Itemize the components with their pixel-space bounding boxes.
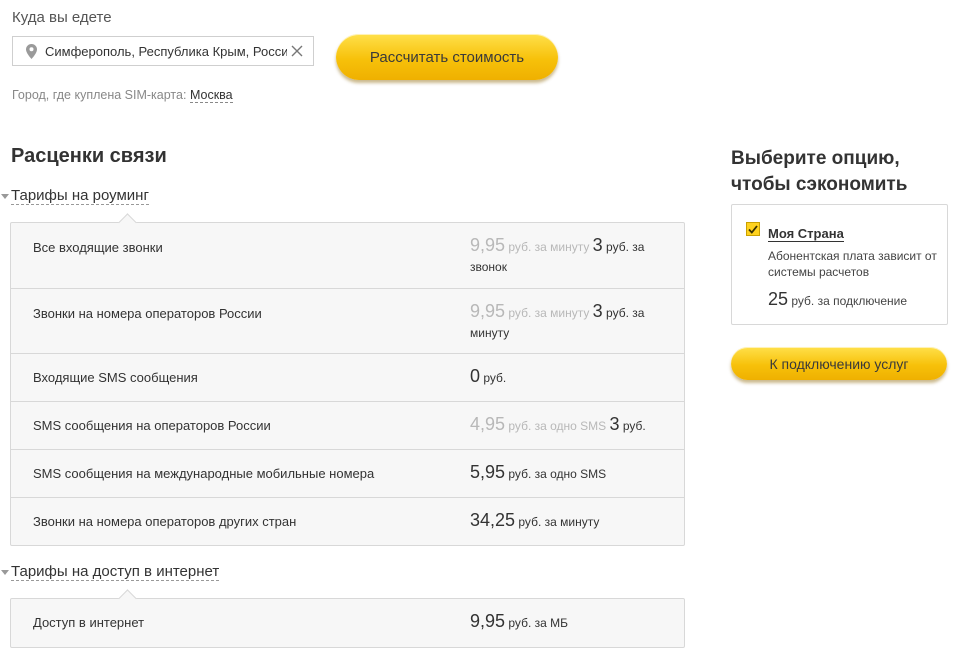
option-card: Моя Страна Абонентская плата зависит от … [731,204,948,325]
price-value: 34,25 [470,510,516,530]
table-row: SMS сообщения на международные мобильные… [11,449,684,497]
old-price-value: 4,95 [470,414,506,434]
connect-services-button[interactable]: К подключению услуг [731,347,947,380]
tab-internet-label: Тарифы на доступ в интернет [11,563,220,581]
roaming-rates-table: Все входящие звонки 9,95 руб. за минуту … [10,222,685,546]
old-price-value: 9,95 [470,301,506,321]
destination-label: Куда вы едете [12,9,112,26]
rates-title: Расценки связи [11,145,167,167]
triangle-down-icon [1,193,9,199]
destination-input[interactable] [43,38,287,64]
price-value: 0 [470,366,481,386]
sim-city-line: Город, где куплена SIM-карта: Москва [12,88,233,103]
rate-name: SMS сообщения на операторов России [33,418,271,433]
sim-city-prefix: Город, где куплена SIM-карта: [12,88,187,102]
rate-price: 0 руб. [470,366,670,388]
location-pin-icon [19,37,43,65]
price-unit: руб. [622,419,646,433]
old-price-value: 9,95 [470,235,506,255]
tab-roaming-label: Тарифы на роуминг [11,187,149,205]
rate-price: 9,95 руб. за минуту 3 руб. за минуту [470,301,670,343]
rate-name: SMS сообщения на международные мобильные… [33,466,375,481]
clear-icon[interactable] [287,37,307,65]
table-row: Звонки на номера операторов России 9,95 … [11,288,684,353]
triangle-down-icon [1,569,9,575]
table-row: Входящие SMS сообщения 0 руб. [11,353,684,401]
rate-name: Доступ в интернет [33,615,145,630]
option-price: 25 руб. за подключение [768,289,907,310]
option-description: Абонентская плата зависит от системы рас… [768,249,937,279]
rate-price: 9,95 руб. за МБ [470,611,670,633]
option-price-value: 25 [768,289,789,309]
price-unit: руб. за минуту [518,515,600,529]
internet-rates-table: Доступ в интернет 9,95 руб. за МБ [10,598,685,648]
price-unit: руб. [483,371,507,385]
rate-price: 5,95 руб. за одно SMS [470,462,670,484]
checkmark-icon [748,224,758,234]
price-value: 9,95 [470,611,506,631]
tab-roaming-tariffs[interactable]: Тарифы на роуминг [1,187,149,205]
rate-price: 4,95 руб. за одно SMS 3 руб. [470,414,670,436]
old-price-unit: руб. за минуту [508,240,590,254]
option-title: Выберите опцию, чтобы сэкономить [731,148,908,195]
table-row: SMS сообщения на операторов России 4,95 … [11,401,684,449]
rate-price: 34,25 руб. за минуту [470,510,670,532]
price-unit: руб. за МБ [508,616,568,630]
old-price-unit: руб. за минуту [508,306,590,320]
price-value: 3 [592,235,603,255]
sim-city-link[interactable]: Москва [189,88,233,103]
price-value: 3 [592,301,603,321]
rate-name: Звонки на номера операторов других стран [33,514,297,529]
rate-name: Входящие SMS сообщения [33,370,198,385]
old-price-unit: руб. за одно SMS [508,419,607,433]
rate-name: Все входящие звонки [33,240,163,255]
destination-field[interactable] [12,36,314,66]
price-value: 3 [609,414,620,434]
option-price-unit: руб. за подключение [791,294,908,308]
option-name-link[interactable]: Моя Страна [768,226,844,242]
price-value: 5,95 [470,462,506,482]
table-row: Доступ в интернет 9,95 руб. за МБ [11,599,684,647]
table-row: Звонки на номера операторов других стран… [11,497,684,545]
option-checkbox[interactable] [746,222,760,236]
calculate-cost-button[interactable]: Рассчитать стоимость [336,34,558,80]
price-unit: руб. за одно SMS [508,467,607,481]
tab-internet-tariffs[interactable]: Тарифы на доступ в интернет [1,563,220,581]
rate-price: 9,95 руб. за минуту 3 руб. за звонок [470,235,670,277]
table-row: Все входящие звонки 9,95 руб. за минуту … [11,223,684,288]
rate-name: Звонки на номера операторов России [33,306,262,321]
